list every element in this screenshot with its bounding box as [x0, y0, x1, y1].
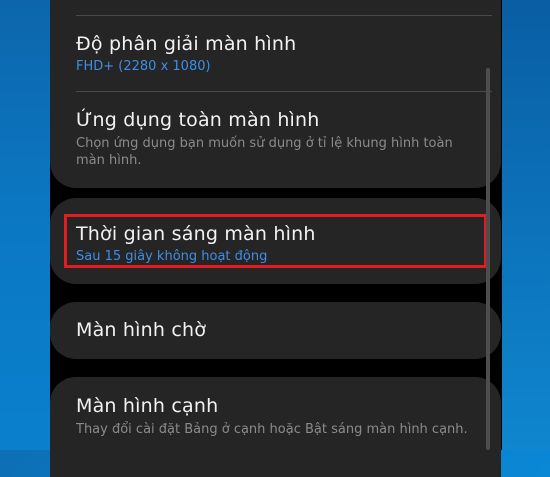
divider [76, 91, 492, 92]
background-left [0, 0, 50, 450]
setting-description: Chọn ứng dụng bạn muốn sử dụng ở tỉ lệ k… [76, 136, 453, 168]
setting-title: Ứng dụng toàn màn hình [76, 109, 320, 131]
setting-title: Màn hình cạnh [76, 395, 219, 417]
setting-title: Độ phân giải màn hình [76, 33, 297, 55]
highlight-box [64, 214, 487, 268]
scrollbar[interactable] [486, 68, 490, 450]
setting-title: Màn hình chờ [76, 319, 207, 341]
divider-top [76, 15, 492, 16]
setting-value: FHD+ (2280 x 1080) [76, 59, 211, 74]
setting-description: Thay đổi cài đặt Bảng ở cạnh hoặc Bật sá… [76, 422, 468, 437]
background-right [502, 0, 550, 450]
